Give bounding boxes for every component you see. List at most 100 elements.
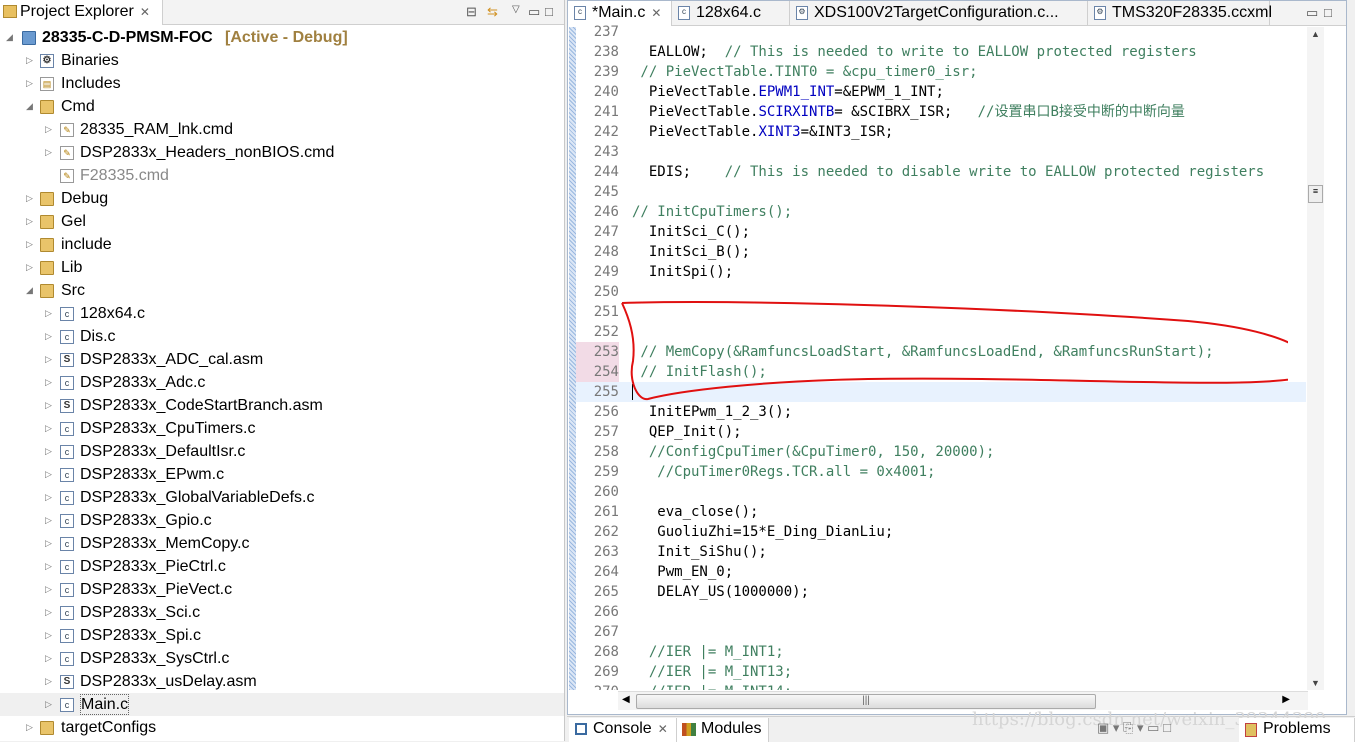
code-line[interactable]: 263 Init_SiShu(); xyxy=(576,542,1306,562)
tree-item[interactable]: ✎ F28335.cmd xyxy=(0,164,564,187)
tree-item[interactable]: ▷ c DSP2833x_Spi.c xyxy=(0,624,564,647)
code-line[interactable]: 244 EDIS; // This is needed to disable w… xyxy=(576,162,1306,182)
code-line[interactable]: 267 xyxy=(576,622,1306,642)
code-line[interactable]: 237 xyxy=(576,22,1306,42)
code-line[interactable]: 261 eva_close(); xyxy=(576,502,1306,522)
collapsed-arrow-icon[interactable]: ▷ xyxy=(45,555,52,578)
code-line[interactable]: 258 //ConfigCpuTimer(&CpuTimer0, 150, 20… xyxy=(576,442,1306,462)
maximize-icon[interactable]: □ xyxy=(545,4,553,19)
tree-item[interactable]: ▷ ✎ 28335_RAM_lnk.cmd xyxy=(0,118,564,141)
tree-item[interactable]: ▷ ▤ Includes xyxy=(0,72,564,95)
minimize-icon[interactable]: ▭ xyxy=(528,4,540,20)
vertical-scroll-thumb[interactable]: ≡ xyxy=(1308,185,1323,203)
expanded-arrow-icon[interactable]: ◢ xyxy=(26,95,33,118)
tree-item[interactable]: ▷ c 128x64.c xyxy=(0,302,564,325)
tree-item[interactable]: ◢ Src xyxy=(0,279,564,302)
code-line[interactable]: 241 PieVectTable.SCIRXINTB= &SCIBRX_ISR;… xyxy=(576,102,1306,122)
code-line[interactable]: 247 InitSci_C(); xyxy=(576,222,1306,242)
collapsed-arrow-icon[interactable]: ▷ xyxy=(45,394,52,417)
link-with-editor-icon[interactable]: ⇆ xyxy=(487,4,498,20)
code-line[interactable]: 269 //IER |= M_INT13; xyxy=(576,662,1306,682)
tree-item[interactable]: ▷ c DSP2833x_Gpio.c xyxy=(0,509,564,532)
collapsed-arrow-icon[interactable]: ▷ xyxy=(45,348,52,371)
code-line[interactable]: 248 InitSci_B(); xyxy=(576,242,1306,262)
collapsed-arrow-icon[interactable]: ▷ xyxy=(45,693,52,716)
tree-item[interactable]: ▷ ✎ DSP2833x_Headers_nonBIOS.cmd xyxy=(0,141,564,164)
tab-problems[interactable]: Problems xyxy=(1239,718,1355,742)
tree-item[interactable]: ▷ S DSP2833x_usDelay.asm xyxy=(0,670,564,693)
code-line[interactable]: 264 Pwm_EN_0; xyxy=(576,562,1306,582)
collapsed-arrow-icon[interactable]: ▷ xyxy=(45,624,52,647)
tree-item[interactable]: ▷ c DSP2833x_PieCtrl.c xyxy=(0,555,564,578)
expanded-arrow-icon[interactable]: ◢ xyxy=(26,279,33,302)
collapsed-arrow-icon[interactable]: ▷ xyxy=(45,509,52,532)
code-line[interactable]: 268 //IER |= M_INT1; xyxy=(576,642,1306,662)
collapsed-arrow-icon[interactable]: ▷ xyxy=(45,302,52,325)
collapsed-arrow-icon[interactable]: ▷ xyxy=(45,670,52,693)
close-icon[interactable]: ✕ xyxy=(140,5,150,19)
collapsed-arrow-icon[interactable]: ▷ xyxy=(45,325,52,348)
collapsed-arrow-icon[interactable]: ▷ xyxy=(45,601,52,624)
expanded-arrow-icon[interactable]: ◢ xyxy=(6,26,13,49)
code-line[interactable]: 265 DELAY_US(1000000); xyxy=(576,582,1306,602)
tree-item[interactable]: ▷ targetConfigs xyxy=(0,716,564,739)
code-line[interactable]: 270 //IER |= M_INT14; xyxy=(576,682,1306,690)
code-line[interactable]: 242 PieVectTable.XINT3=&INT3_ISR; xyxy=(576,122,1306,142)
tree-item[interactable]: ▷ c DSP2833x_GlobalVariableDefs.c xyxy=(0,486,564,509)
tree-item[interactable]: ▷ c DSP2833x_Adc.c xyxy=(0,371,564,394)
scroll-right-icon[interactable]: ▶ xyxy=(1282,694,1290,705)
collapsed-arrow-icon[interactable]: ▷ xyxy=(26,256,33,279)
tree-item[interactable]: ▷ Lib xyxy=(0,256,564,279)
scroll-down-icon[interactable]: ▼ xyxy=(1311,678,1320,688)
tree-item[interactable]: ▷ c DSP2833x_SysCtrl.c xyxy=(0,647,564,670)
code-line[interactable]: 240 PieVectTable.EPWM1_INT=&EPWM_1_INT; xyxy=(576,82,1306,102)
collapsed-arrow-icon[interactable]: ▷ xyxy=(45,463,52,486)
code-line[interactable]: 266 xyxy=(576,602,1306,622)
collapsed-arrow-icon[interactable]: ▷ xyxy=(26,72,33,95)
code-line[interactable]: 249 InitSpi(); xyxy=(576,262,1306,282)
collapsed-arrow-icon[interactable]: ▷ xyxy=(45,647,52,670)
tree-item[interactable]: ▷ c Main.c xyxy=(0,693,564,716)
collapsed-arrow-icon[interactable]: ▷ xyxy=(26,233,33,256)
minimize-icon[interactable]: ▭ xyxy=(1306,5,1318,21)
maximize-icon[interactable]: □ xyxy=(1324,5,1332,20)
tree-item[interactable]: ▷ include xyxy=(0,233,564,256)
collapsed-arrow-icon[interactable]: ▷ xyxy=(26,210,33,233)
code-line[interactable]: 243 xyxy=(576,142,1306,162)
collapsed-arrow-icon[interactable]: ▷ xyxy=(45,118,52,141)
tree-item[interactable]: ▷ c DSP2833x_CpuTimers.c xyxy=(0,417,564,440)
scroll-up-icon[interactable]: ▲ xyxy=(1311,29,1320,39)
tree-item[interactable]: ▷ c DSP2833x_Sci.c xyxy=(0,601,564,624)
view-menu-icon[interactable]: ▽ xyxy=(512,4,520,15)
code-line[interactable]: 262 GuoliuZhi=15*E_Ding_DianLiu; xyxy=(576,522,1306,542)
tree-item[interactable]: ▷ Debug xyxy=(0,187,564,210)
collapsed-arrow-icon[interactable]: ▷ xyxy=(45,532,52,555)
code-line[interactable]: 259 //CpuTimer0Regs.TCR.all = 0x4001; xyxy=(576,462,1306,482)
tree-item[interactable]: ▷ c DSP2833x_EPwm.c xyxy=(0,463,564,486)
code-line[interactable]: 246 // InitCpuTimers(); xyxy=(576,202,1306,222)
collapsed-arrow-icon[interactable]: ▷ xyxy=(45,578,52,601)
tree-item[interactable]: ▷ c DSP2833x_MemCopy.c xyxy=(0,532,564,555)
tab-project-explorer[interactable]: Project Explorer ✕ xyxy=(0,0,163,25)
collapsed-arrow-icon[interactable]: ▷ xyxy=(45,486,52,509)
horizontal-scrollbar[interactable]: ◀ ||| ▶ xyxy=(618,691,1308,710)
tree-item[interactable]: ▷ ⚙ Binaries xyxy=(0,49,564,72)
collapsed-arrow-icon[interactable]: ▷ xyxy=(26,187,33,210)
horizontal-scroll-thumb[interactable]: ||| xyxy=(636,694,1096,709)
collapsed-arrow-icon[interactable]: ▷ xyxy=(45,141,52,164)
vertical-scrollbar[interactable]: ▲ ≡ ▼ xyxy=(1307,27,1324,690)
collapsed-arrow-icon[interactable]: ▷ xyxy=(45,417,52,440)
close-icon[interactable]: ✕ xyxy=(658,722,668,736)
code-line[interactable]: 245 xyxy=(576,182,1306,202)
collapse-all-icon[interactable]: ⊟ xyxy=(466,4,477,20)
collapsed-arrow-icon[interactable]: ▷ xyxy=(45,371,52,394)
collapsed-arrow-icon[interactable]: ▷ xyxy=(26,49,33,72)
tree-item[interactable]: ▷ c DSP2833x_PieVect.c xyxy=(0,578,564,601)
close-icon[interactable]: ✕ xyxy=(651,6,661,20)
code-line[interactable]: 257 QEP_Init(); xyxy=(576,422,1306,442)
tab-console[interactable]: Console ✕ xyxy=(569,718,677,742)
tab-modules[interactable]: Modules xyxy=(677,718,769,742)
collapsed-arrow-icon[interactable]: ▷ xyxy=(45,440,52,463)
tree-item[interactable]: ▷ c DSP2833x_DefaultIsr.c xyxy=(0,440,564,463)
code-line[interactable]: 239 // PieVectTable.TINT0 = &cpu_timer0_… xyxy=(576,62,1306,82)
